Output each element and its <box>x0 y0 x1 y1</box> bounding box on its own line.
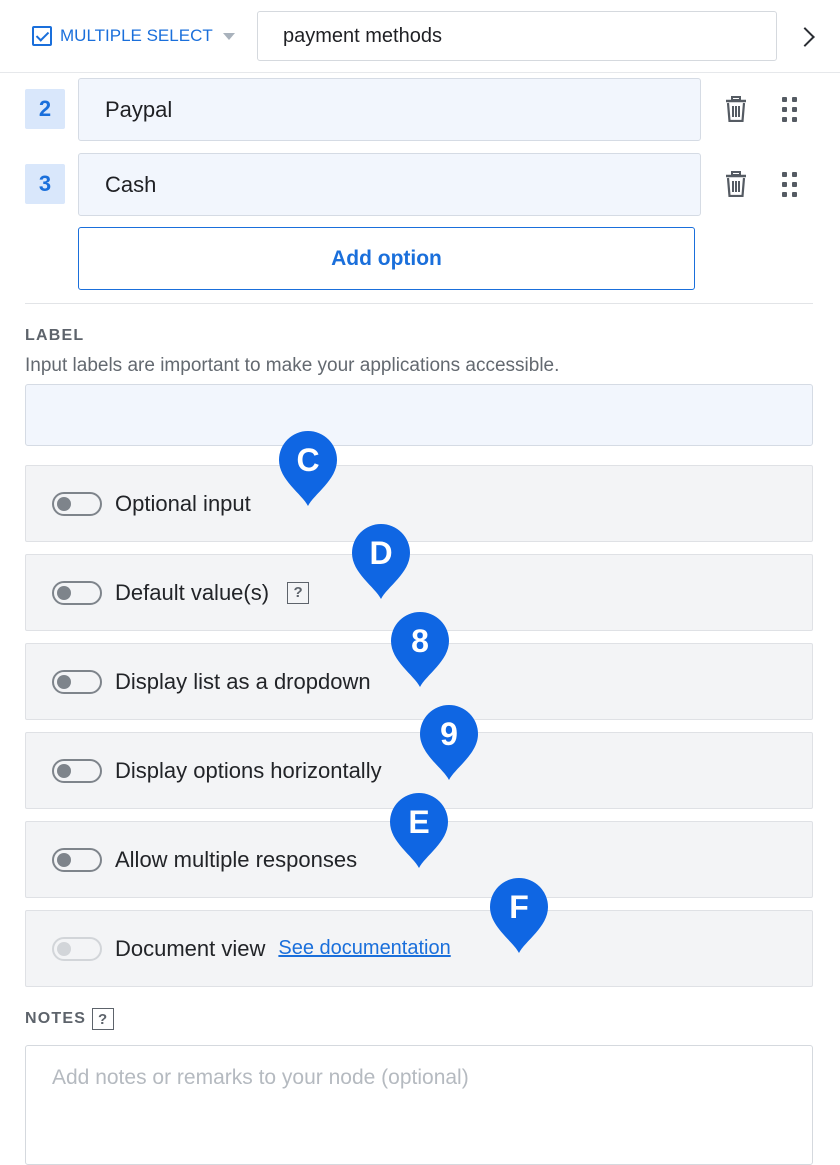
map-pin-icon: C <box>279 431 337 506</box>
trash-icon[interactable] <box>725 96 747 122</box>
add-option-button[interactable]: Add option <box>78 227 695 290</box>
checkbox-icon <box>32 26 52 46</box>
notes-heading-group: NOTES ? <box>25 1008 115 1030</box>
dropdown-toggle[interactable] <box>52 669 102 694</box>
caret-down-icon <box>222 32 235 40</box>
help-icon[interactable]: ? <box>287 581 310 604</box>
option-input[interactable]: Cash <box>78 153 701 216</box>
marker-label: C <box>296 442 319 478</box>
map-pin-icon: 8 <box>391 612 449 687</box>
document-view-toggle <box>52 936 102 961</box>
toggle-label: Default value(s) <box>115 579 270 605</box>
label-input[interactable] <box>25 384 813 446</box>
toggle-label: Optional input <box>115 490 251 516</box>
map-pin-icon: F <box>490 878 548 953</box>
label-heading: LABEL <box>25 327 85 344</box>
notes-textarea[interactable]: Add notes or remarks to your node (optio… <box>25 1045 813 1165</box>
toggle-label: Display options horizontally <box>115 757 382 783</box>
help-icon[interactable]: ? <box>92 1008 115 1030</box>
map-pin-icon: D <box>352 524 410 599</box>
marker-label: F <box>509 889 529 925</box>
marker-label: 8 <box>411 623 429 659</box>
toggle-row-document-view: Document view See documentation <box>25 910 813 987</box>
map-pin-icon: 9 <box>420 705 478 780</box>
option-input[interactable]: Paypal <box>78 78 701 141</box>
marker-label: D <box>369 535 392 571</box>
horizontal-toggle[interactable] <box>52 758 102 783</box>
multiple-responses-toggle[interactable] <box>52 847 102 872</box>
label-help-text: Input labels are important to make your … <box>25 355 560 376</box>
option-number: 3 <box>25 164 65 204</box>
drag-handle-icon[interactable] <box>782 172 798 198</box>
field-name-input[interactable]: payment methods <box>257 11 777 61</box>
chevron-right-icon[interactable] <box>795 27 815 47</box>
option-number: 2 <box>25 89 65 129</box>
optional-input-toggle[interactable] <box>52 491 102 516</box>
field-type-selector[interactable]: MULTIPLE SELECT <box>32 22 235 50</box>
marker-label: 9 <box>440 716 458 752</box>
notes-heading: NOTES <box>25 1010 87 1027</box>
toggle-label: Document view <box>115 935 266 961</box>
field-type-label: MULTIPLE SELECT <box>60 26 213 45</box>
toggle-label: Display list as a dropdown <box>115 668 371 694</box>
map-pin-icon: E <box>390 793 448 868</box>
header-divider <box>0 72 840 73</box>
drag-handle-icon[interactable] <box>782 97 798 123</box>
toggle-row-optional-input: Optional input <box>25 465 813 542</box>
section-divider <box>25 303 813 304</box>
toggle-label: Allow multiple responses <box>115 846 358 872</box>
trash-icon[interactable] <box>725 171 747 197</box>
see-documentation-link[interactable]: See documentation <box>278 937 450 960</box>
default-values-toggle[interactable] <box>52 580 102 605</box>
marker-label: E <box>408 804 429 840</box>
